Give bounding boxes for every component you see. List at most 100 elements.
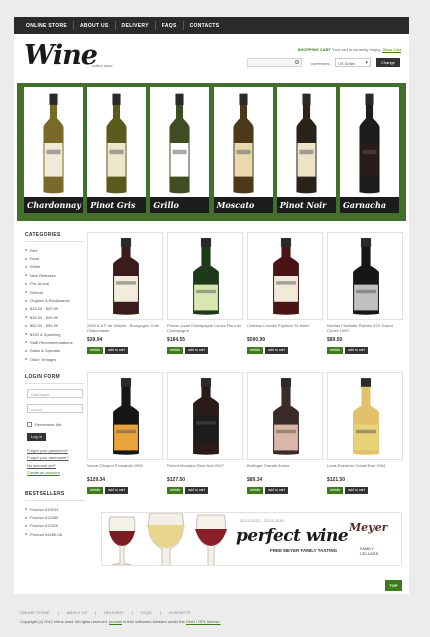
banner-wine-garnacha[interactable]: Garnacha	[339, 87, 399, 213]
details-button[interactable]: details	[87, 487, 104, 494]
nav-item-online-store[interactable]: ONLINE STORE	[20, 23, 73, 29]
product-actions: details add to cart	[87, 347, 128, 354]
promo-banner[interactable]: 20.12.2012 - 22.01.2013 perfect wine FRE…	[101, 512, 402, 566]
product-card: Perrier-Jouet Champagne Cuvee Fleur de C…	[167, 232, 243, 362]
nav-item-about-us[interactable]: ABOUT US	[74, 23, 115, 29]
bestseller-item[interactable]: Product #19034	[25, 505, 85, 513]
category-item[interactable]: New Releases	[25, 271, 85, 279]
category-item[interactable]: Refund	[25, 288, 85, 296]
banner-wine-moscato[interactable]: Moscato	[213, 87, 273, 213]
product-image[interactable]	[87, 372, 163, 460]
remember-me[interactable]: Remember Me	[27, 422, 61, 427]
product-card: Chateau Leoville Poyferre St Julien $590.…	[247, 232, 323, 362]
add-to-cart-button[interactable]: add to cart	[185, 487, 208, 494]
bullet-icon	[25, 349, 27, 352]
category-label: Rose	[30, 256, 40, 262]
search-icon[interactable]	[295, 60, 299, 64]
nav-item-contacts[interactable]: CONTACTS	[184, 23, 226, 29]
product-name[interactable]: Nicolas Feuillatte Palmes d'Or Grand Cuv…	[327, 323, 403, 333]
currency-select[interactable]: US Dollar ▾	[335, 58, 371, 67]
category-item[interactable]: $100 & Sparkling	[25, 330, 85, 338]
banner-wine-label: Pinot Gris	[87, 197, 147, 213]
nav-item-delivery[interactable]: DELIVERY	[116, 23, 155, 29]
site-logo[interactable]: Wine	[24, 40, 98, 71]
product-image[interactable]	[87, 232, 163, 320]
product-image[interactable]	[167, 372, 243, 460]
remember-checkbox[interactable]	[27, 422, 32, 427]
product-name[interactable]: 2009 A & P de Villaine - Bourgogne Cote …	[87, 323, 163, 333]
promo-title: perfect wine	[236, 526, 349, 546]
category-item[interactable]: Red	[25, 246, 85, 254]
product-name[interactable]: Robert Mondavi Pinot Noir 2007	[167, 463, 243, 473]
category-label: $15.00 - $29.99	[30, 306, 59, 312]
login-button[interactable]: Log in	[27, 433, 46, 441]
category-item[interactable]: Organic & Biodynamic	[25, 296, 85, 304]
categories-panel: CATEGORIES Red Rose White New Releases Pre-A…	[25, 232, 85, 363]
add-to-cart-button[interactable]: add to cart	[185, 347, 208, 354]
gpl-link[interactable]: GNU / GPL license.	[186, 619, 221, 624]
product-card: Bollinger Grande Annee $89.34 details add t…	[247, 372, 323, 502]
details-button[interactable]: details	[167, 487, 184, 494]
add-to-cart-button[interactable]: add to cart	[105, 347, 128, 354]
password-field[interactable]: ••••••••	[27, 404, 83, 413]
banner-wine-label: Pinot Noir	[276, 197, 336, 213]
bestsellers-title: BESTSELLERS	[25, 491, 85, 501]
details-button[interactable]: details	[247, 347, 264, 354]
category-label: New Releases	[30, 272, 56, 278]
banner-wine-grillo[interactable]: Grillo	[150, 87, 210, 213]
product-card: 2009 A & P de Villaine - Bourgogne Cote …	[87, 232, 163, 362]
product-image[interactable]	[327, 232, 403, 320]
search-input[interactable]	[247, 58, 302, 67]
product-image[interactable]	[167, 232, 243, 320]
nav-item-faqs[interactable]: FAQS	[156, 23, 183, 29]
back-to-top-button[interactable]: TOP	[385, 580, 402, 591]
bestseller-item[interactable]: Product #12089	[25, 513, 85, 521]
details-button[interactable]: details	[247, 487, 264, 494]
product-name[interactable]: Bollinger Grande Annee	[247, 463, 323, 473]
category-item[interactable]: Older Vintages	[25, 355, 85, 363]
details-button[interactable]: details	[327, 487, 344, 494]
bestseller-item[interactable]: Product #4489-08	[25, 530, 85, 538]
product-image[interactable]	[327, 372, 403, 460]
footer-nav-item[interactable]: DELIVERY	[104, 610, 124, 615]
banner-wine-pinot-gris[interactable]: Pinot Gris	[87, 87, 147, 213]
product-name[interactable]: Veuve Clicquot Ponsardin 1990	[87, 463, 163, 473]
footer-nav-item[interactable]: ONLINE STORE	[20, 610, 50, 615]
joomla-link[interactable]: joomla!	[109, 619, 122, 624]
category-item[interactable]: Rose	[25, 254, 85, 262]
username-field[interactable]: Username	[27, 389, 83, 398]
add-to-cart-button[interactable]: add to cart	[265, 347, 288, 354]
forgot-password-link[interactable]: Forgot your password?	[27, 448, 68, 453]
category-item[interactable]: Staff Recommendations	[25, 338, 85, 346]
create-account-link[interactable]: Create an account	[27, 470, 60, 475]
bestseller-label: Product #4489-08	[30, 531, 62, 537]
product-name[interactable]: Louis Roederer Cristal Brut 2004	[327, 463, 403, 473]
change-currency-button[interactable]: Change	[376, 58, 400, 67]
forgot-username-link[interactable]: Forgot your username?	[27, 455, 69, 460]
details-button[interactable]: details	[87, 347, 104, 354]
banner-wine-pinot-noir[interactable]: Pinot Noir	[276, 87, 336, 213]
category-item[interactable]: Sales & Specials	[25, 347, 85, 355]
add-to-cart-button[interactable]: add to cart	[265, 487, 288, 494]
category-item[interactable]: $30.00 - $49.99	[25, 313, 85, 321]
add-to-cart-button[interactable]: add to cart	[345, 347, 368, 354]
product-name[interactable]: Perrier-Jouet Champagne Cuvee Fleur de C…	[167, 323, 243, 333]
add-to-cart-button[interactable]: add to cart	[345, 487, 368, 494]
product-image[interactable]	[247, 232, 323, 320]
footer-nav-item[interactable]: ABOUT US	[67, 610, 87, 615]
product-name[interactable]: Chateau Leoville Poyferre St Julien	[247, 323, 323, 333]
category-item[interactable]: White	[25, 263, 85, 271]
show-cart-link[interactable]: Show Cart	[382, 47, 401, 52]
banner-wine-label: Chardonnay	[24, 197, 83, 213]
bestseller-item[interactable]: Product #12026	[25, 522, 85, 530]
banner-wine-chardonnay[interactable]: Chardonnay	[24, 87, 83, 213]
details-button[interactable]: details	[327, 347, 344, 354]
category-item[interactable]: $15.00 - $29.99	[25, 305, 85, 313]
category-item[interactable]: Pre-Arrival	[25, 280, 85, 288]
product-image[interactable]	[247, 372, 323, 460]
footer-nav-item[interactable]: CONTACTS	[169, 610, 191, 615]
add-to-cart-button[interactable]: add to cart	[105, 487, 128, 494]
category-item[interactable]: $50.00 - $99.99	[25, 322, 85, 330]
details-button[interactable]: details	[167, 347, 184, 354]
footer-nav-item[interactable]: FAQS	[141, 610, 152, 615]
